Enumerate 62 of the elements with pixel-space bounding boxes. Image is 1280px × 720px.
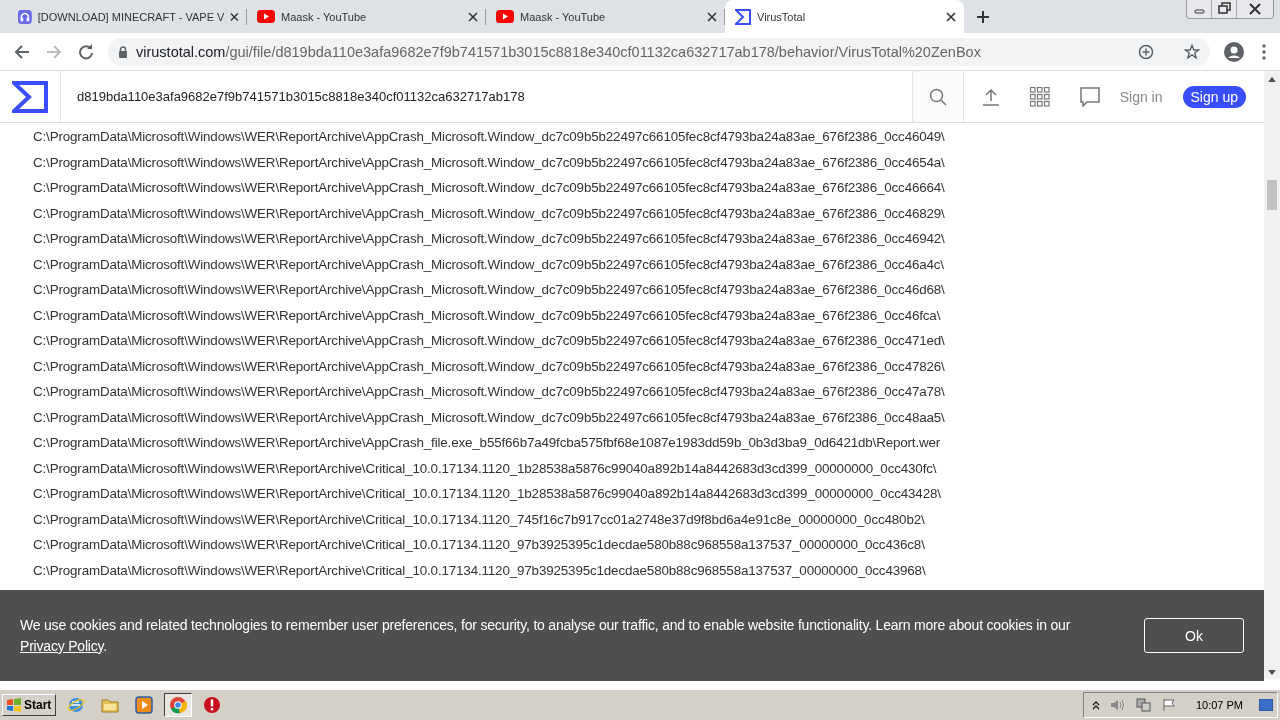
sign-in-link[interactable]: Sign in — [1119, 88, 1163, 105]
media-player-icon[interactable] — [135, 696, 154, 714]
sign-up-button[interactable]: Sign up — [1182, 85, 1246, 108]
star-icon[interactable] — [1184, 43, 1200, 60]
globe-e-icon[interactable] — [67, 696, 86, 714]
play-logo-icon — [496, 10, 514, 23]
plus-icon[interactable] — [976, 9, 990, 24]
file-path: C:\ProgramData\Microsoft\Windows\WER\ReportArchive\AppCrash_Microsoft.Window_dc7c09b5b22497c66105fec8cf4793ba24a83ae_676f2386_0cc47826\ — [33, 358, 945, 374]
ok-button[interactable]: Ok — [1144, 618, 1244, 653]
more-menu-icon[interactable] — [1262, 43, 1266, 60]
file-path: C:\ProgramData\Microsoft\Windows\WER\ReportArchive\Critical_10.0.17134.1120_97b3925395c1decdae580b88c968558a137537_00000000_0cc436c8\ — [33, 537, 925, 553]
grid-icon[interactable] — [1029, 86, 1050, 107]
file-path: C:\ProgramData\Microsoft\Windows\WER\ReportArchive\Critical_10.0.17134.1120_1b28538a5876c99040a892b14a8442683d3cd399_00000000_0cc430fc\ — [33, 460, 937, 476]
file-path: C:\ProgramData\Microsoft\Windows\WER\ReportArchive\AppCrash_Microsoft.Window_dc7c09b5b22497c66105fec8cf4793ba24a83ae_676f2386_0cc47a78\ — [33, 384, 945, 400]
network-icon[interactable] — [1135, 698, 1152, 712]
search-icon[interactable] — [928, 87, 947, 106]
close-icon[interactable] — [946, 11, 956, 22]
close-icon[interactable] — [468, 11, 478, 22]
windows-logo-icon — [6, 698, 22, 712]
lock-icon — [118, 45, 128, 58]
file-path: C:\ProgramData\Microsoft\Windows\WER\ReportArchive\AppCrash_Microsoft.Window_dc7c09b5b22497c66105fec8cf4793ba24a83ae_676f2386_0cc46d68\ — [33, 282, 945, 298]
chrome-icon[interactable] — [169, 696, 188, 714]
stop-sign-icon[interactable] — [203, 696, 222, 714]
upload-icon[interactable] — [981, 87, 1000, 106]
file-path: C:\ProgramData\Microsoft\Windows\WER\ReportArchive\AppCrash_file.exe_b55f66b7a49fcba575fbf68e1087e1983dd59b_0b3d3ba9_0d6421db\Report.wer — [33, 435, 941, 451]
browser-tab[interactable]: Maask - YouTube — [486, 0, 725, 33]
reload-icon[interactable] — [78, 43, 94, 60]
url-text: virustotal.com/gui/file/d819bda110e3afa9682e7f9b741571b3015c8818e340cf01132ca632717ab178/behavior/VirusTotal%20ZenBox — [136, 43, 981, 60]
address-bar[interactable]: virustotal.com/gui/file/d819bda110e3afa9682e7f9b741571b3015c8818e340cf01132ca632717ab178/behavior/VirusTotal%20ZenBox — [108, 37, 1210, 66]
chat-bubble-icon[interactable] — [1079, 86, 1100, 107]
add-circle-icon[interactable] — [1138, 43, 1154, 60]
play-logo-icon — [257, 10, 275, 23]
headphones-icon — [18, 8, 32, 25]
file-path: C:\ProgramData\Microsoft\Windows\WER\ReportArchive\AppCrash_Microsoft.Window_dc7c09b5b22497c66105fec8cf4793ba24a83ae_676f2386_0cc46664\ — [33, 180, 945, 196]
browser-tab[interactable]: VirusTotal — [725, 0, 964, 33]
scroll-up-arrow-icon[interactable] — [1268, 77, 1276, 82]
flag-icon[interactable] — [1161, 698, 1176, 712]
scrollbar-thumb[interactable] — [1267, 180, 1277, 210]
sigma-logo-icon[interactable] — [12, 80, 48, 113]
file-path: C:\ProgramData\Microsoft\Windows\WER\ReportArchive\Critical_10.0.17134.1120_745f16c7b917cc01a2748e37d9f8bd6a4e91c8e_00000000_0cc480b2\ — [33, 511, 925, 527]
back-arrow-icon[interactable] — [14, 43, 30, 60]
close-icon[interactable] — [230, 11, 239, 22]
browser-tab[interactable]: [DOWNLOAD] MINECRAFT - VAPE V — [8, 0, 247, 33]
file-path: C:\ProgramData\Microsoft\Windows\WER\ReportArchive\Critical_10.0.17134.1120_1b28538a5876c99040a892b14a8442683d3cd399_00000000_0cc43428\ — [33, 486, 941, 502]
file-path: C:\ProgramData\Microsoft\Windows\WER\ReportArchive\AppCrash_Microsoft.Window_dc7c09b5b22497c66105fec8cf4793ba24a83ae_676f2386_0cc46fca\ — [33, 307, 941, 323]
browser-tab[interactable]: Maask - YouTube — [247, 0, 486, 33]
chevron-up-icon[interactable] — [1091, 700, 1100, 710]
file-path: C:\ProgramData\Microsoft\Windows\WER\ReportArchive\AppCrash_Microsoft.Window_dc7c09b5b22497c66105fec8cf4793ba24a83ae_676f2386_0cc4654a\ — [33, 154, 945, 170]
account-icon[interactable] — [1224, 41, 1244, 62]
scroll-down-arrow-icon[interactable] — [1268, 670, 1276, 675]
file-path: C:\ProgramData\Microsoft\Windows\WER\ReportArchive\AppCrash_Microsoft.Window_dc7c09b5b22497c66105fec8cf4793ba24a83ae_676f2386_0cc46942\ — [33, 231, 945, 247]
file-path: C:\ProgramData\Microsoft\Windows\WER\ReportArchive\AppCrash_Microsoft.Window_dc7c09b5b22497c66105fec8cf4793ba24a83ae_676f2386_0cc46829\ — [33, 205, 945, 221]
sigma-logo-icon — [735, 8, 751, 25]
start-button[interactable]: Start — [2, 694, 57, 716]
file-path: C:\ProgramData\Microsoft\Windows\WER\ReportArchive\AppCrash_Microsoft.Window_dc7c09b5b22497c66105fec8cf4793ba24a83ae_676f2386_0cc46a4c\ — [33, 256, 944, 272]
file-path: C:\ProgramData\Microsoft\Windows\WER\ReportArchive\AppCrash_Microsoft.Window_dc7c09b5b22497c66105fec8cf4793ba24a83ae_676f2386_0cc471ed\ — [33, 333, 945, 349]
file-path: C:\ProgramData\Microsoft\Windows\WER\ReportArchive\AppCrash_Microsoft.Window_dc7c09b5b22497c66105fec8cf4793ba24a83ae_676f2386_0cc48aa5\ — [33, 409, 945, 425]
file-path: C:\ProgramData\Microsoft\Windows\WER\ReportArchive\AppCrash_Microsoft.Window_dc7c09b5b22497c66105fec8cf4793ba24a83ae_676f2386_0cc46049\ — [33, 129, 945, 145]
file-path: C:\ProgramData\Microsoft\Windows\WER\ReportArchive\Critical_10.0.17134.1120_97b3925395c1decdae580b88c968558a137537_00000000_0cc43968\ — [33, 562, 926, 578]
cookie-notice-text: We use cookies and related technologies to remember user preferences, for security, to analyse our traffic, and to enable website functionality. Learn more about cookies in our Privacy Policy. — [20, 615, 1072, 656]
close-icon[interactable] — [707, 11, 717, 22]
clock: 10:07 PM — [1195, 699, 1243, 711]
